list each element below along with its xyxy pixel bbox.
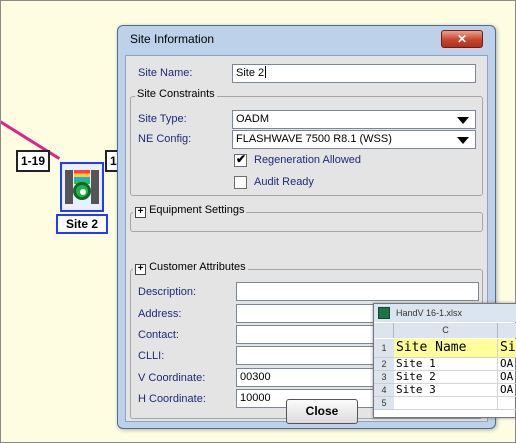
excel-cell[interactable]: Site 2 <box>394 371 498 384</box>
excel-row-header[interactable]: 5 <box>374 397 394 410</box>
excel-column-header[interactable]: C <box>394 323 498 338</box>
dialog-titlebar[interactable]: Site Information ✕ <box>118 26 495 52</box>
excel-row-header[interactable]: 3 <box>374 371 394 384</box>
excel-cell[interactable]: Site 1 <box>394 358 498 371</box>
checkmark-icon: ✔ <box>236 152 247 166</box>
excel-cell[interactable] <box>394 397 498 410</box>
v-coordinate-label: V Coordinate: <box>138 372 206 384</box>
excel-cell[interactable]: Site Name <box>394 339 498 358</box>
excel-titlebar[interactable]: HandV 16-1.xlsx <box>374 304 516 322</box>
close-icon[interactable]: ✕ <box>441 30 483 48</box>
chevron-down-icon <box>457 117 469 124</box>
site-name-value: Site 2 <box>236 67 265 79</box>
excel-corner[interactable] <box>374 323 394 338</box>
site-type-value: OADM <box>236 113 269 125</box>
excel-cell[interactable]: OA <box>498 358 516 371</box>
description-input[interactable] <box>236 282 479 301</box>
site-type-select[interactable]: OADM <box>232 110 476 129</box>
ne-config-value: FLASHWAVE 7500 R8.1 (WSS) <box>236 133 392 145</box>
excel-cell[interactable]: Si <box>498 339 516 358</box>
clli-label: CLLI: <box>138 350 165 362</box>
excel-row-header[interactable]: 4 <box>374 384 394 397</box>
description-label: Description: <box>138 286 197 298</box>
excel-cell[interactable]: OA <box>498 384 516 397</box>
excel-row-header[interactable]: 1 <box>374 339 394 358</box>
customer-attributes-title: Customer Attributes <box>149 261 246 273</box>
dialog-title: Site Information <box>130 32 215 46</box>
excel-icon <box>378 307 390 319</box>
ne-config-label: NE Config: <box>138 133 192 145</box>
audit-ready-label[interactable]: Audit Ready <box>254 176 314 188</box>
customer-attributes-header[interactable]: + Customer Attributes <box>133 261 248 275</box>
address-label: Address: <box>138 308 182 320</box>
site-name-input[interactable]: Site 2 <box>232 64 476 83</box>
excel-cell[interactable]: OA <box>498 371 516 384</box>
close-button[interactable]: Close <box>286 399 358 424</box>
regeneration-checkbox[interactable]: ✔ <box>234 152 247 167</box>
regeneration-label[interactable]: Regeneration Allowed <box>254 154 361 166</box>
site-type-label: Site Type: <box>138 113 187 125</box>
equipment-settings-title: Equipment Settings <box>149 204 245 216</box>
excel-filename: HandV 16-1.xlsx <box>396 308 463 318</box>
excel-column-header-next[interactable] <box>498 323 516 338</box>
site-constraints-title: Site Constraints <box>135 88 217 100</box>
excel-cell[interactable] <box>498 397 516 410</box>
excel-row-header[interactable]: 2 <box>374 358 394 371</box>
audit-ready-checkbox[interactable] <box>234 176 247 189</box>
contact-label: Contact: <box>138 329 179 341</box>
equipment-settings-header[interactable]: + Equipment Settings <box>133 204 247 218</box>
chevron-down-icon <box>457 137 469 144</box>
h-coordinate-label: H Coordinate: <box>138 393 206 405</box>
excel-overlay[interactable]: HandV 16-1.xlsx C 1 Site Name Si 2 Site … <box>373 303 516 418</box>
ne-config-select[interactable]: FLASHWAVE 7500 R8.1 (WSS) <box>232 130 476 149</box>
expand-plus-icon[interactable]: + <box>135 264 146 275</box>
excel-cell[interactable]: Site 3 <box>394 384 498 397</box>
site-name-label: Site Name: <box>138 67 193 79</box>
expand-plus-icon[interactable]: + <box>135 207 146 218</box>
